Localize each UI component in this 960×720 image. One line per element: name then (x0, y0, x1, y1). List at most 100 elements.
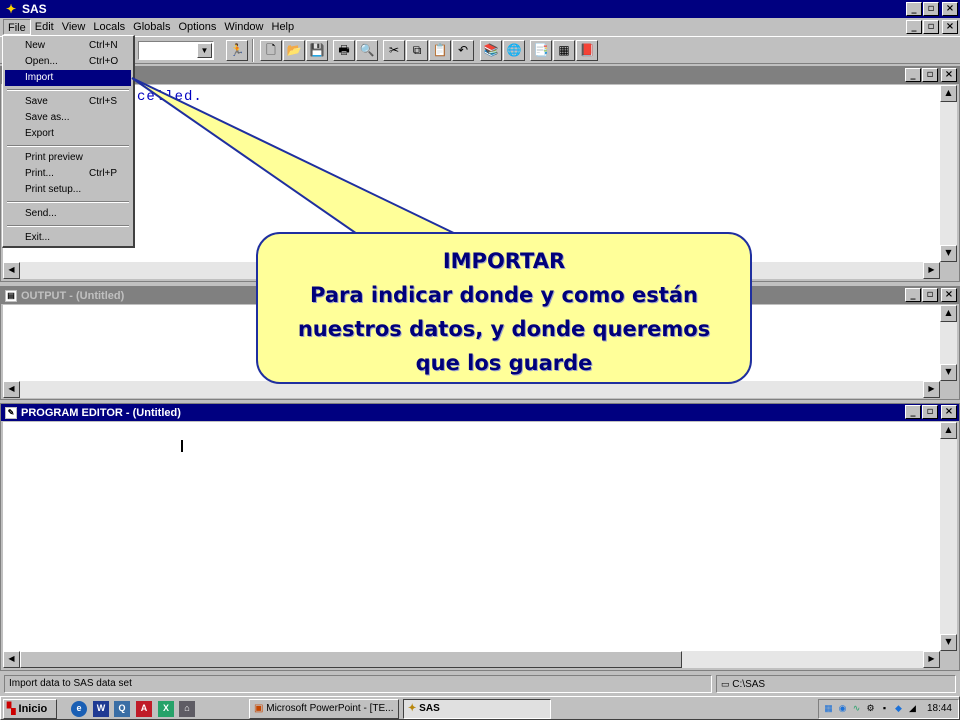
output-vertical-scrollbar[interactable]: ▲ ▼ (940, 305, 957, 381)
menu-item-import[interactable]: Import (5, 70, 131, 86)
mdi-minimize-button[interactable]: _ (906, 20, 922, 34)
editor-vertical-scrollbar[interactable]: ▲ ▼ (940, 422, 957, 651)
menu-locals[interactable]: Locals (89, 19, 129, 35)
menu-item-shortcut: Ctrl+O (89, 56, 119, 67)
task-sas[interactable]: ✦ SAS (403, 699, 551, 719)
menu-help[interactable]: Help (268, 19, 299, 35)
open-folder-icon[interactable]: 📂 (283, 40, 305, 61)
tray-antivirus-icon[interactable]: ◉ (836, 702, 849, 715)
toolbar: ▼ 🏃 🗋 📂 💾 🖶 🔍 ✂ ⧉ 📋 ↶ 📚 🌐 📑 ▦ 📕 (0, 36, 960, 64)
explorer-globe-icon[interactable]: 🌐 (503, 40, 525, 61)
combo-dropdown-icon[interactable]: ▼ (197, 43, 212, 58)
log-minimize-button[interactable]: _ (905, 68, 921, 82)
menu-edit[interactable]: Edit (31, 19, 58, 35)
task-powerpoint[interactable]: ▣ Microsoft PowerPoint - [TE... (249, 699, 399, 719)
menu-window[interactable]: Window (220, 19, 267, 35)
status-path: ▭ C:\SAS (716, 675, 956, 693)
editor-window-title: PROGRAM EDITOR - (Untitled) (21, 406, 181, 419)
acrobat-icon[interactable]: A (136, 701, 152, 717)
internet-explorer-icon[interactable]: e (71, 701, 87, 717)
menu-item-print[interactable]: Print... Ctrl+P (5, 166, 131, 182)
log-restore-button[interactable]: ▫ (922, 68, 938, 82)
excel-icon[interactable]: X (158, 701, 174, 717)
submit-icon[interactable]: 🏃 (226, 40, 248, 61)
print-icon[interactable]: 🖶 (333, 40, 355, 61)
minimize-button[interactable]: _ (906, 2, 922, 16)
menu-item-save-as[interactable]: Save as... (5, 110, 131, 126)
menu-item-new[interactable]: New Ctrl+N (5, 38, 131, 54)
scroll-up-icon[interactable]: ▲ (940, 85, 957, 102)
libraries-icon[interactable]: 📚 (480, 40, 502, 61)
menu-item-print-preview[interactable]: Print preview (5, 150, 131, 166)
menu-item-send[interactable]: Send... (5, 206, 131, 222)
print-preview-icon[interactable]: 🔍 (356, 40, 378, 61)
save-icon[interactable]: 💾 (306, 40, 328, 61)
menu-item-label: Send... (25, 208, 57, 219)
menu-globals[interactable]: Globals (129, 19, 174, 35)
folder-icon: ▭ (721, 679, 730, 689)
close-button[interactable]: × (942, 2, 958, 16)
menu-item-save[interactable]: Save Ctrl+S (5, 94, 131, 110)
tray-settings-icon[interactable]: ⚙ (864, 702, 877, 715)
log-window-titlebar[interactable]: _ ▫ × (1, 67, 959, 84)
editor-content[interactable] (3, 422, 940, 651)
new-file-icon[interactable]: 🗋 (260, 40, 282, 61)
output-close-button[interactable]: × (941, 288, 957, 302)
scroll-down-icon[interactable]: ▼ (940, 364, 957, 381)
app-title-bar[interactable]: ✦ SAS _ ▫ × (0, 0, 960, 18)
callout-line-3: que los guarde (415, 351, 593, 375)
titles-icon[interactable]: 📑 (530, 40, 552, 61)
scroll-right-icon[interactable]: ▶ (923, 262, 940, 279)
log-close-button[interactable]: × (941, 68, 957, 82)
start-button[interactable]: ▚ Inicio (3, 699, 57, 719)
tray-camera-icon[interactable]: ▪ (878, 702, 891, 715)
network-icon[interactable]: ⌂ (179, 701, 195, 717)
editor-horizontal-scrollbar[interactable]: ◀ ▶ (3, 651, 940, 668)
menu-view[interactable]: View (58, 19, 90, 35)
clock[interactable]: 18:44 (927, 703, 952, 714)
help-book-icon[interactable]: 📕 (576, 40, 598, 61)
options-icon[interactable]: ▦ (553, 40, 575, 61)
menu-item-export[interactable]: Export (5, 126, 131, 142)
scroll-up-icon[interactable]: ▲ (940, 422, 957, 439)
tray-app-icon[interactable]: ∿ (850, 702, 863, 715)
scroll-left-icon[interactable]: ◀ (3, 651, 20, 668)
mdi-restore-button[interactable]: ▫ (923, 20, 939, 34)
editor-window-titlebar[interactable]: ✎ PROGRAM EDITOR - (Untitled) _ ▫ × (1, 404, 959, 421)
scroll-up-icon[interactable]: ▲ (940, 305, 957, 322)
command-box[interactable]: ▼ (138, 41, 214, 60)
undo-icon[interactable]: ↶ (452, 40, 474, 61)
menu-item-print-setup[interactable]: Print setup... (5, 182, 131, 198)
cut-icon[interactable]: ✂ (383, 40, 405, 61)
scroll-right-icon[interactable]: ▶ (923, 651, 940, 668)
tray-volume-icon[interactable]: ◢ (906, 702, 919, 715)
program-editor-window[interactable]: ✎ PROGRAM EDITOR - (Untitled) _ ▫ × ▲ ▼ … (0, 403, 960, 671)
editor-restore-button[interactable]: ▫ (922, 405, 938, 419)
scroll-thumb[interactable] (20, 651, 682, 668)
mdi-close-button[interactable]: × (942, 20, 958, 34)
menu-options[interactable]: Options (174, 19, 220, 35)
copy-icon[interactable]: ⧉ (406, 40, 428, 61)
sas-app-icon[interactable]: ✦ (4, 2, 18, 16)
menu-file[interactable]: File (3, 19, 31, 35)
word-icon[interactable]: W (93, 701, 109, 717)
scroll-left-icon[interactable]: ◀ (3, 381, 20, 398)
output-window-icon: ▤ (5, 289, 17, 302)
restore-button[interactable]: ▫ (923, 2, 939, 16)
paste-icon[interactable]: 📋 (429, 40, 451, 61)
output-minimize-button[interactable]: _ (905, 288, 921, 302)
output-restore-button[interactable]: ▫ (922, 288, 938, 302)
menu-item-open[interactable]: Open... Ctrl+O (5, 54, 131, 70)
editor-close-button[interactable]: × (941, 405, 957, 419)
log-vertical-scrollbar[interactable]: ▲ ▼ (940, 85, 957, 262)
scroll-down-icon[interactable]: ▼ (940, 245, 957, 262)
scroll-left-icon[interactable]: ◀ (3, 262, 20, 279)
editor-minimize-button[interactable]: _ (905, 405, 921, 419)
tray-update-icon[interactable]: ◆ (892, 702, 905, 715)
scroll-down-icon[interactable]: ▼ (940, 634, 957, 651)
search-icon[interactable]: Q (114, 701, 130, 717)
menu-item-exit[interactable]: Exit... (5, 230, 131, 246)
scroll-right-icon[interactable]: ▶ (923, 381, 940, 398)
menu-item-label: Print preview (25, 152, 83, 163)
tray-network-icon[interactable]: ▦ (822, 702, 835, 715)
